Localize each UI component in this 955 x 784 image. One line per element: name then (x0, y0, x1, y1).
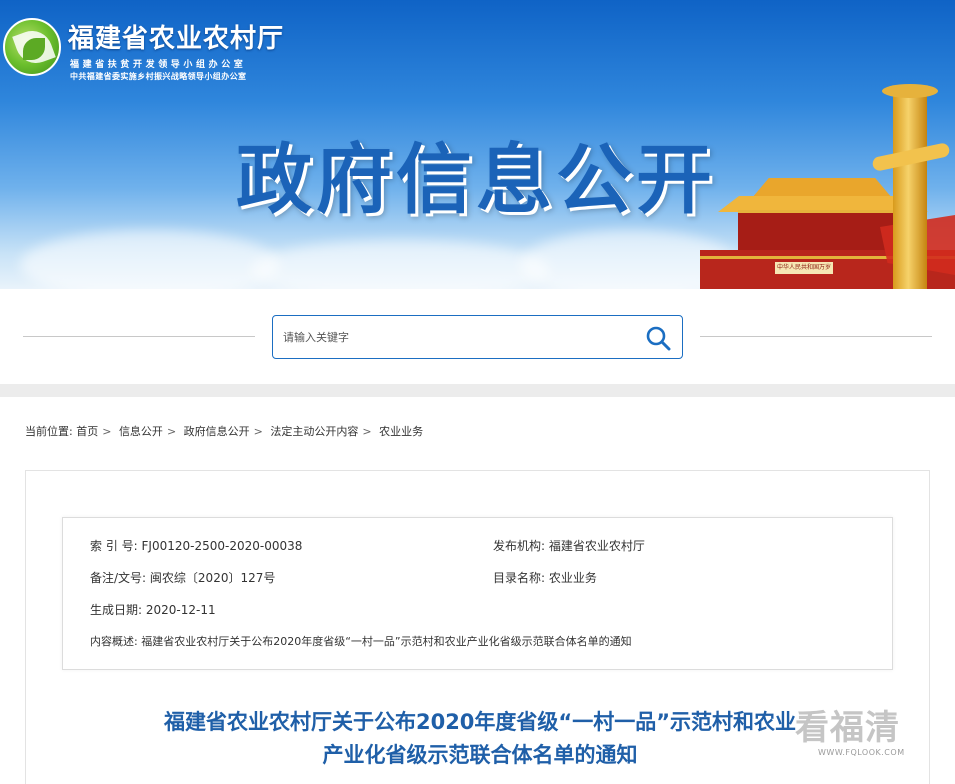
divider-line (23, 336, 255, 337)
gate-plaque: 中华人民共和国万岁 (775, 262, 833, 274)
gate-plaque-text: 中华人民共和国万岁 (776, 264, 831, 271)
header-banner: 福建省农业农村厅 福建省扶贫开发领导小组办公室 中共福建省委实施乡村振兴战略领导… (0, 0, 955, 289)
breadcrumb: 当前位置: 首页 > 信息公开 > 政府信息公开 > 法定主动公开内容 > 农业业务 (25, 423, 423, 439)
gate-roof-upper (752, 178, 892, 198)
document-title-line-2: 产业化省级示范联合体名单的通知 (322, 743, 638, 767)
document-title: 福建省农业农村厅关于公布2020年度省级“一村一品”示范村和农业 产业化省级示范… (80, 706, 880, 772)
meta-summary-value: 福建省农业农村厅关于公布2020年度省级“一村一品”示范村和农业产业化省级示范联… (141, 635, 632, 648)
breadcrumb-prefix: 当前位置: (25, 425, 73, 438)
breadcrumb-agriculture-business[interactable]: 农业业务 (379, 425, 423, 438)
document-title-line-1: 福建省农业农村厅关于公布2020年度省级“一村一品”示范村和农业 (163, 710, 797, 734)
breadcrumb-separator: > (362, 425, 372, 438)
breadcrumb-separator: > (102, 425, 112, 438)
breadcrumb-separator: > (253, 425, 263, 438)
meta-docno-label: 备注/文号: (90, 571, 147, 585)
cloud-decoration (20, 230, 280, 289)
meta-publisher-value: 福建省农业农村厅 (548, 539, 645, 553)
meta-docno-value: 闽农综〔2020〕127号 (149, 571, 276, 585)
breadcrumb-separator: > (166, 425, 177, 438)
search-icon[interactable] (645, 325, 671, 351)
divider-line (700, 336, 932, 337)
meta-category-value: 农业业务 (548, 571, 597, 585)
breadcrumb-home[interactable]: 首页 (76, 425, 98, 438)
search-box[interactable] (272, 315, 683, 359)
huabiao-top (882, 84, 938, 98)
meta-docno: 备注/文号: 闽农综〔2020〕127号 (90, 569, 275, 586)
meta-index-value: FJ00120-2500-2020-00038 (141, 539, 303, 553)
breadcrumb-gov-info-open[interactable]: 政府信息公开 (184, 425, 250, 438)
department-logo[interactable] (3, 18, 61, 76)
banner-title: 政府信息公开 (236, 135, 716, 224)
meta-category: 目录名称: 农业业务 (493, 569, 597, 586)
watermark-logo: 看福清 (795, 708, 900, 748)
meta-index: 索 引 号: FJ00120-2500-2020-00038 (90, 537, 302, 554)
meta-summary: 内容概述: 福建省农业农村厅关于公布2020年度省级“一村一品”示范村和农业产业… (90, 633, 632, 649)
meta-summary-label: 内容概述: (90, 635, 138, 648)
meta-date-value: 2020-12-11 (145, 603, 216, 617)
cloud-decoration (250, 240, 550, 289)
meta-publisher: 发布机构: 福建省农业农村厅 (493, 537, 645, 554)
org-subtitle-2: 中共福建省委实施乡村振兴战略领导小组办公室 (70, 72, 247, 81)
org-name[interactable]: 福建省农业农村厅 (68, 18, 284, 55)
search-input[interactable] (283, 317, 623, 357)
breadcrumb-info-open[interactable]: 信息公开 (119, 425, 163, 438)
org-subtitle-1: 福建省扶贫开发领导小组办公室 (70, 60, 247, 70)
breadcrumb-statutory-content[interactable]: 法定主动公开内容 (270, 425, 358, 438)
meta-date-label: 生成日期: (90, 603, 143, 617)
watermark-url: WWW.FQLOOK.COM (818, 748, 905, 757)
huabiao-pillar (893, 92, 927, 289)
meta-publisher-label: 发布机构: (493, 539, 546, 553)
search-section (0, 289, 955, 384)
meta-index-label: 索 引 号: (90, 539, 138, 553)
section-divider (0, 384, 955, 397)
meta-category-label: 目录名称: (493, 571, 546, 585)
meta-date: 生成日期: 2020-12-11 (90, 601, 216, 618)
